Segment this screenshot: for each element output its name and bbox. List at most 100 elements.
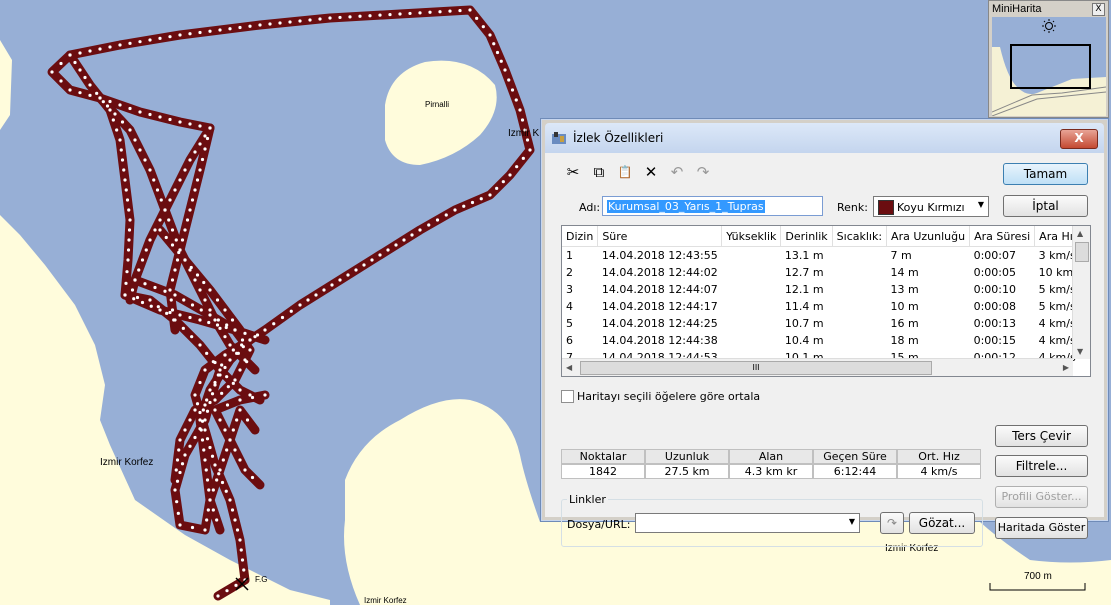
track-point bbox=[495, 50, 500, 55]
minimap-close-button[interactable]: X bbox=[1092, 3, 1105, 16]
filter-button[interactable]: Filtrele... bbox=[995, 455, 1088, 477]
track-properties-dialog[interactable]: İzlek Özellikleri X ✂ ⧉ 📋 ✕ ↶ ↷ Tamam İp… bbox=[540, 118, 1109, 547]
track-point bbox=[243, 358, 247, 362]
minimap-panel[interactable]: MiniHarita X bbox=[988, 0, 1109, 118]
color-select[interactable]: Koyu Kırmızı ▼ bbox=[873, 196, 989, 217]
dialog-close-button[interactable]: X bbox=[1060, 129, 1098, 149]
column-header[interactable]: Ara Uzunluğu bbox=[886, 226, 971, 247]
table-row[interactable]: 2 14.04.2018 12:44:02 12.7 m 14 m 0:00:05 10 … bbox=[562, 264, 1090, 281]
track-point bbox=[144, 248, 148, 252]
column-header[interactable]: Süre bbox=[597, 226, 723, 247]
track-point bbox=[205, 437, 210, 441]
track-point bbox=[95, 91, 99, 95]
table-cell: 10 m bbox=[890, 300, 919, 313]
track-point bbox=[88, 49, 92, 53]
table-row[interactable]: 4 14.04.2018 12:44:17 11.4 m 10 m 0:00:08 5 k… bbox=[562, 298, 1090, 315]
table-horizontal-scrollbar[interactable]: ◀ III ▶ bbox=[562, 358, 1073, 376]
track-point bbox=[218, 418, 222, 422]
stat-header-elapsed: Geçen Süre bbox=[813, 449, 897, 464]
column-header[interactable]: Dizin bbox=[562, 226, 599, 247]
track-point bbox=[520, 118, 525, 122]
track-point bbox=[68, 88, 72, 92]
links-group-label: Linkler bbox=[567, 493, 608, 506]
table-cell: 2 bbox=[566, 266, 573, 279]
track-point bbox=[213, 398, 217, 402]
table-vertical-scrollbar[interactable]: ▲ ▼ bbox=[1072, 226, 1090, 359]
stat-header-points: Noktalar bbox=[561, 449, 645, 464]
track-point bbox=[152, 178, 156, 182]
track-point bbox=[178, 120, 182, 124]
show-on-map-button[interactable]: Haritada Göster bbox=[995, 517, 1088, 539]
show-profile-button[interactable]: Profili Göster... bbox=[995, 486, 1088, 508]
file-url-combobox[interactable]: ▼ bbox=[635, 513, 860, 533]
ok-button[interactable]: Tamam bbox=[1003, 163, 1088, 185]
track-point bbox=[228, 438, 232, 442]
column-header[interactable]: Ara Süresi bbox=[969, 226, 1036, 247]
paste-icon[interactable]: 📋 bbox=[615, 163, 635, 181]
reverse-button[interactable]: Ters Çevir bbox=[995, 425, 1088, 447]
track-point bbox=[188, 208, 192, 212]
track-point bbox=[330, 283, 334, 287]
track-point bbox=[213, 463, 217, 467]
track-point bbox=[228, 27, 232, 31]
track-points-table[interactable]: Dizin Süre Yükseklik Derinlik Sıcaklık: Ara U… bbox=[561, 225, 1091, 377]
vscroll-thumb[interactable] bbox=[1075, 242, 1089, 262]
center-map-checkbox[interactable] bbox=[561, 390, 574, 403]
track-point bbox=[174, 238, 178, 242]
track-point bbox=[138, 110, 142, 114]
island-label: Pirnalli bbox=[425, 100, 450, 109]
name-field[interactable]: Kurumsal_03_Yarıs_1_Tupras bbox=[602, 196, 823, 216]
track-point bbox=[263, 328, 267, 332]
track-point bbox=[189, 265, 193, 270]
table-cell: 12.7 m bbox=[784, 266, 824, 279]
copy-icon[interactable]: ⧉ bbox=[589, 163, 609, 181]
column-header[interactable]: Yükseklik bbox=[721, 226, 782, 247]
track-point bbox=[223, 365, 227, 370]
track-point bbox=[213, 318, 217, 322]
track-point bbox=[124, 281, 128, 285]
track-point bbox=[224, 489, 228, 493]
cancel-button[interactable]: İptal bbox=[1003, 195, 1088, 217]
table-row[interactable]: 5 14.04.2018 12:44:25 10.7 m 16 m 0:00:13 4 k… bbox=[562, 315, 1090, 332]
track-point bbox=[470, 200, 475, 205]
table-cell bbox=[832, 247, 886, 265]
track-point bbox=[216, 373, 220, 377]
column-header[interactable]: Sıcaklık: bbox=[832, 226, 888, 247]
track-point bbox=[148, 238, 152, 242]
go-link-button[interactable]: ↷ bbox=[880, 512, 904, 534]
table-cell: 14.04.2018 12:44:38 bbox=[601, 334, 718, 347]
redo-icon[interactable]: ↷ bbox=[693, 163, 713, 181]
cut-icon[interactable]: ✂ bbox=[563, 163, 583, 181]
track-point bbox=[245, 418, 250, 422]
dialog-titlebar[interactable]: İzlek Özellikleri X bbox=[545, 123, 1104, 153]
delete-icon[interactable]: ✕ bbox=[641, 163, 661, 181]
track-point bbox=[418, 11, 422, 15]
track-point bbox=[173, 188, 177, 192]
column-header[interactable]: Derinlik bbox=[780, 226, 833, 247]
table-cell: 10.4 m bbox=[784, 334, 824, 347]
track-point bbox=[211, 508, 215, 512]
track-point bbox=[180, 462, 185, 466]
table-row[interactable]: 6 14.04.2018 12:44:38 10.4 m 18 m 0:00:15 4 k… bbox=[562, 332, 1090, 349]
track-point bbox=[243, 331, 247, 335]
track-point bbox=[195, 273, 200, 277]
track-point bbox=[169, 298, 173, 302]
table-row[interactable]: 1 14.04.2018 12:43:55 13.1 m7 m 0:00:07 3 km… bbox=[562, 247, 1090, 265]
track-point bbox=[208, 308, 212, 312]
table-cell: 1 bbox=[566, 249, 573, 262]
table-row[interactable]: 3 14.04.2018 12:44:07 12.1 m 13 m 0:00:10 5 k… bbox=[562, 281, 1090, 298]
track-icon bbox=[552, 132, 566, 144]
track-point bbox=[205, 398, 209, 402]
browse-button[interactable]: Gözat... bbox=[909, 512, 975, 534]
dialog-title: İzlek Özellikleri bbox=[573, 131, 664, 145]
track-point bbox=[163, 208, 167, 212]
undo-icon[interactable]: ↶ bbox=[667, 163, 687, 181]
track-point bbox=[410, 233, 414, 237]
track-point bbox=[218, 368, 222, 372]
hscroll-thumb[interactable]: III bbox=[580, 361, 932, 375]
track-point bbox=[173, 268, 177, 272]
minimap-view[interactable] bbox=[992, 17, 1106, 116]
track-point bbox=[263, 393, 267, 397]
track-point bbox=[138, 40, 142, 44]
track-point bbox=[165, 311, 169, 315]
